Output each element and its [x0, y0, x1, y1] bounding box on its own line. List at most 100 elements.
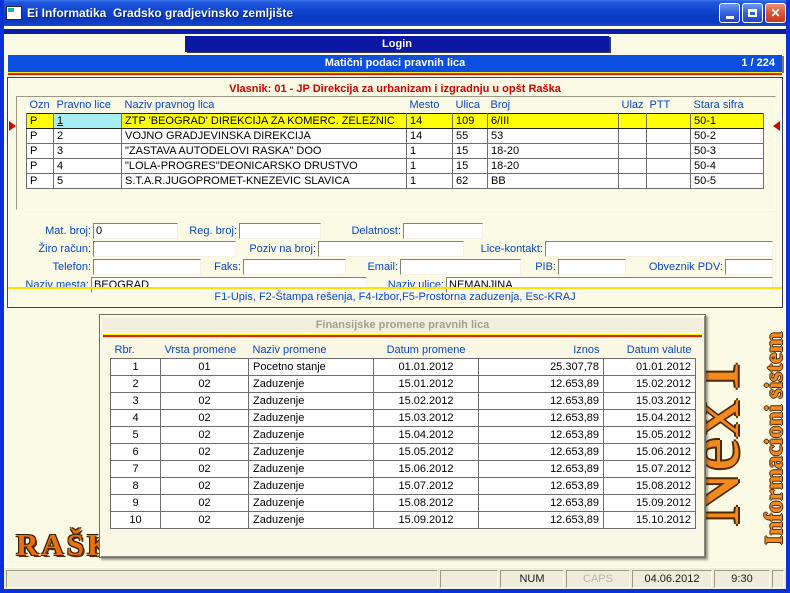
table-cell: 8: [111, 477, 161, 494]
table-cell: [619, 143, 647, 158]
table-row[interactable]: 702Zaduzenje15.06.201212.653,8915.07.201…: [111, 460, 696, 477]
table-cell: Zaduzenje: [249, 511, 374, 528]
table-cell: P: [27, 143, 54, 158]
row-selector-left-icon: [9, 121, 16, 131]
caps-lock-indicator: CAPS: [566, 570, 630, 588]
faks-field[interactable]: [243, 259, 346, 275]
finance-window-title: Finansijske promene pravnih lica: [102, 318, 703, 332]
column-header: Ozn: [27, 98, 54, 113]
table-cell: 4: [111, 409, 161, 426]
close-button[interactable]: ✕: [765, 3, 786, 23]
separator-line: [8, 287, 782, 289]
table-cell: 15.07.2012: [604, 460, 696, 477]
table-cell: 15.10.2012: [604, 511, 696, 528]
table-cell: P: [27, 113, 54, 128]
table-cell: 15.04.2012: [604, 409, 696, 426]
table-row[interactable]: 1002Zaduzenje15.09.201212.653,8915.10.20…: [111, 511, 696, 528]
table-cell: BB: [488, 173, 619, 188]
maximize-icon: [748, 9, 757, 17]
column-header: Stara sifra: [691, 98, 764, 113]
table-header-row: Rbr. Vrsta promene Naziv promene Datum p…: [111, 342, 696, 358]
email-field[interactable]: [400, 259, 521, 275]
column-header: Ulaz: [619, 98, 647, 113]
lice-kontakt-label: Lice-kontakt:: [467, 242, 543, 257]
column-header: Mesto: [407, 98, 453, 113]
email-label: Email:: [356, 260, 398, 275]
table-cell: 15: [453, 158, 488, 173]
table-cell: Zaduzenje: [249, 494, 374, 511]
status-date: 04.06.2012: [632, 570, 712, 588]
table-cell: 10: [111, 511, 161, 528]
table-row[interactable]: P2VOJNO GRADJEVINSKA DIREKCIJA14555350-2: [27, 128, 764, 143]
delatnost-field[interactable]: [403, 223, 483, 239]
table-cell: 4: [54, 158, 122, 173]
table-cell: 15.03.2012: [374, 409, 479, 426]
table-cell: Zaduzenje: [249, 409, 374, 426]
obveznik-pdv-field[interactable]: [725, 259, 773, 275]
table-cell: [619, 158, 647, 173]
legal-entities-table-frame: Ozn Pravno lice Naziv pravnog lica Mesto…: [16, 96, 776, 210]
table-cell: "ZASTAVA AUTODELOVI RASKA" DOO: [122, 143, 407, 158]
table-cell: 15.01.2012: [374, 375, 479, 392]
table-row[interactable]: 302Zaduzenje15.02.201212.653,8915.03.201…: [111, 392, 696, 409]
table-row[interactable]: 902Zaduzenje15.08.201212.653,8915.09.201…: [111, 494, 696, 511]
table-cell: P: [27, 173, 54, 188]
table-row[interactable]: 101Pocetno stanje01.01.201225.307,7801.0…: [111, 358, 696, 375]
table-row[interactable]: P1ZTP 'BEOGRAD' DIREKCIJA ZA KOMERC. ZEL…: [27, 113, 764, 128]
table-cell: 02: [161, 477, 249, 494]
table-row[interactable]: 602Zaduzenje15.05.201212.653,8915.06.201…: [111, 443, 696, 460]
table-cell: 15.06.2012: [604, 443, 696, 460]
mat-broj-field[interactable]: [93, 223, 178, 239]
table-row[interactable]: 802Zaduzenje15.07.201212.653,8915.08.201…: [111, 477, 696, 494]
table-row[interactable]: 402Zaduzenje15.03.201212.653,8915.04.201…: [111, 409, 696, 426]
mat-broj-label: Mat. broj:: [21, 224, 91, 239]
table-cell: 6/III: [488, 113, 619, 128]
table-row[interactable]: P5S.T.A.R.JUGOPROMET-KNEZEVIC SLAVICA162…: [27, 173, 764, 188]
table-row[interactable]: P3"ZASTAVA AUTODELOVI RASKA" DOO11518-20…: [27, 143, 764, 158]
close-icon: ✕: [770, 6, 780, 20]
table-cell: 15.06.2012: [374, 460, 479, 477]
minimize-button[interactable]: [719, 3, 740, 23]
column-header: PTT: [647, 98, 691, 113]
lice-kontakt-field[interactable]: [545, 241, 773, 257]
table-cell: 18-20: [488, 143, 619, 158]
table-cell: 55: [453, 128, 488, 143]
table-cell: 01.01.2012: [604, 358, 696, 375]
table-cell: 12.653,89: [479, 409, 604, 426]
table-cell: 50-5: [691, 173, 764, 188]
table-cell: 12.653,89: [479, 511, 604, 528]
table-cell: 15.09.2012: [374, 511, 479, 528]
table-cell: "LOLA-PROGRES"DEONICARSKO DRUSTVO: [122, 158, 407, 173]
legal-entities-table: Ozn Pravno lice Naziv pravnog lica Mesto…: [26, 98, 764, 189]
table-cell: 14: [407, 113, 453, 128]
table-row[interactable]: P4"LOLA-PROGRES"DEONICARSKO DRUSTVO11518…: [27, 158, 764, 173]
ziro-racun-field[interactable]: [93, 241, 236, 257]
maximize-button[interactable]: [742, 3, 763, 23]
table-cell: 02: [161, 392, 249, 409]
table-cell: 53: [488, 128, 619, 143]
finance-table: Rbr. Vrsta promene Naziv promene Datum p…: [110, 342, 696, 529]
table-cell: 62: [453, 173, 488, 188]
table-cell: 1: [407, 173, 453, 188]
login-button[interactable]: Login: [185, 36, 609, 52]
telefon-field[interactable]: [93, 259, 201, 275]
resize-grip[interactable]: [772, 570, 784, 588]
menu-strip: [4, 29, 786, 34]
table-cell: 12.653,89: [479, 477, 604, 494]
poziv-na-broj-field[interactable]: [318, 241, 464, 257]
table-cell: 15.02.2012: [374, 392, 479, 409]
table-row[interactable]: 502Zaduzenje15.04.201212.653,8915.05.201…: [111, 426, 696, 443]
title-bar[interactable]: Ei Informatika Gradsko gradjevinsko zeml…: [0, 0, 790, 26]
table-cell: 1: [407, 158, 453, 173]
table-cell: 50-2: [691, 128, 764, 143]
column-header: Datum valute: [604, 342, 696, 358]
table-cell: 109: [453, 113, 488, 128]
reg-broj-field[interactable]: [239, 223, 321, 239]
status-message-segment: [6, 570, 438, 588]
table-cell: 5: [54, 173, 122, 188]
table-cell: 12.653,89: [479, 460, 604, 477]
table-cell: Zaduzenje: [249, 460, 374, 477]
table-row[interactable]: 202Zaduzenje15.01.201212.653,8915.02.201…: [111, 375, 696, 392]
pib-field[interactable]: [558, 259, 626, 275]
column-header: Datum promene: [374, 342, 479, 358]
